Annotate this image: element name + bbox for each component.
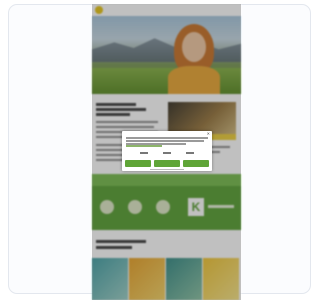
reject-button[interactable] (125, 160, 151, 167)
close-icon[interactable]: ✕ (207, 132, 210, 136)
dialog-toggle[interactable] (186, 152, 194, 154)
accept-all-button[interactable] (183, 160, 209, 167)
dialog-toggle[interactable] (140, 152, 148, 154)
dialog-text-line (126, 140, 204, 142)
dialog-footer-link[interactable] (150, 168, 184, 170)
cookie-consent-dialog: ✕ (122, 131, 212, 171)
dialog-toggle[interactable] (163, 152, 171, 154)
dialog-settings-link[interactable] (126, 145, 162, 147)
settings-button[interactable] (154, 160, 180, 167)
dialog-text-line (126, 137, 208, 139)
